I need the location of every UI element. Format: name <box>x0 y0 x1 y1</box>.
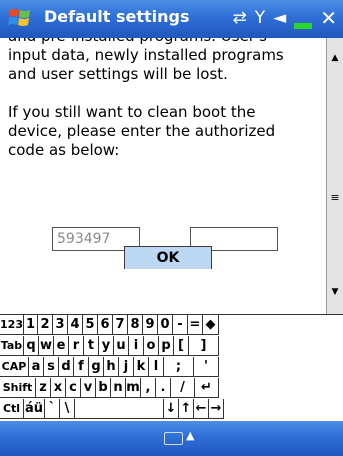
battery-icon[interactable] <box>294 23 313 29</box>
key-8[interactable]: 8 <box>128 315 143 335</box>
key-p[interactable]: p <box>159 336 174 356</box>
key-7[interactable]: 7 <box>113 315 128 335</box>
key-v[interactable]: v <box>81 378 96 398</box>
key-4[interactable]: 4 <box>68 315 83 335</box>
message-line: input data, newly installed programs <box>8 46 284 64</box>
key-s[interactable]: s <box>44 357 59 377</box>
key-j[interactable]: j <box>119 357 134 377</box>
key-u[interactable]: u <box>114 336 129 356</box>
key-n[interactable]: n <box>111 378 126 398</box>
key-f[interactable]: f <box>74 357 89 377</box>
arrow-left-icon[interactable]: ← <box>194 399 209 419</box>
key-123[interactable]: 123 <box>0 315 24 335</box>
key-close-bracket[interactable]: ] <box>189 336 219 356</box>
key-o[interactable]: o <box>144 336 159 356</box>
key-equals[interactable]: = <box>188 315 203 335</box>
key-tab[interactable]: Tab <box>0 336 24 356</box>
key-accents[interactable]: áü <box>24 399 45 419</box>
key-t[interactable]: t <box>84 336 99 356</box>
key-r[interactable]: r <box>69 336 84 356</box>
message-partial-line: and pre-installed programs. User's <box>0 38 327 46</box>
key-b[interactable]: b <box>96 378 111 398</box>
volume-icon[interactable]: ◄ <box>273 6 286 30</box>
key-2[interactable]: 2 <box>38 315 53 335</box>
key-slash[interactable]: / <box>171 378 195 398</box>
key-e[interactable]: e <box>54 336 69 356</box>
scroll-thumb[interactable]: ≡ <box>329 190 341 206</box>
key-ctrl[interactable]: Ctl <box>0 399 24 419</box>
soft-keyboard: 123 1 2 3 4 5 6 7 8 9 0 - = ◆ Tab q w e … <box>0 314 343 422</box>
key-backtick[interactable]: ` <box>45 399 60 419</box>
signal-off-icon[interactable]: Y <box>255 6 265 30</box>
key-k[interactable]: k <box>134 357 149 377</box>
key-d[interactable]: d <box>59 357 74 377</box>
backspace-icon[interactable]: ◆ <box>203 315 219 335</box>
scroll-up-icon[interactable]: ▲ <box>327 50 343 66</box>
key-l[interactable]: l <box>149 357 164 377</box>
key-semicolon[interactable]: ; <box>164 357 194 377</box>
message-line: and user settings will be lost. <box>8 65 228 83</box>
title-bar: Default settings ⇄ Y ◄ ✕ <box>0 0 343 38</box>
sync-icon[interactable]: ⇄ <box>233 6 247 30</box>
key-0[interactable]: 0 <box>158 315 173 335</box>
key-z[interactable]: z <box>36 378 51 398</box>
scroll-down-icon[interactable]: ▼ <box>327 284 343 300</box>
key-h[interactable]: h <box>104 357 119 377</box>
chevron-up-icon: ▲ <box>186 429 195 442</box>
key-caps[interactable]: CAP <box>0 357 29 377</box>
close-icon[interactable]: ✕ <box>320 6 337 30</box>
arrow-right-icon[interactable]: → <box>209 399 224 419</box>
key-open-bracket[interactable]: [ <box>174 336 189 356</box>
arrow-down-icon[interactable]: ↓ <box>164 399 179 419</box>
key-i[interactable]: i <box>129 336 144 356</box>
key-q[interactable]: q <box>24 336 39 356</box>
message-line: If you still want to clean boot the <box>8 103 256 121</box>
key-x[interactable]: x <box>51 378 66 398</box>
window-title: Default settings <box>44 7 190 26</box>
input-panel-button[interactable]: ▲ <box>164 429 204 447</box>
key-period[interactable]: . <box>156 378 171 398</box>
ok-button[interactable]: OK <box>124 246 212 269</box>
key-minus[interactable]: - <box>173 315 188 335</box>
key-g[interactable]: g <box>89 357 104 377</box>
key-space[interactable] <box>75 399 164 419</box>
key-6[interactable]: 6 <box>98 315 113 335</box>
key-comma[interactable]: , <box>141 378 156 398</box>
key-c[interactable]: c <box>66 378 81 398</box>
key-backslash[interactable]: \ <box>60 399 75 419</box>
key-5[interactable]: 5 <box>83 315 98 335</box>
key-w[interactable]: w <box>39 336 54 356</box>
key-shift[interactable]: Shift <box>0 378 36 398</box>
key-1[interactable]: 1 <box>24 315 38 335</box>
message-line: code as below: <box>8 141 120 159</box>
key-a[interactable]: a <box>29 357 44 377</box>
keyboard-icon <box>164 432 183 445</box>
bottom-bar: ▲ <box>0 421 343 456</box>
key-9[interactable]: 9 <box>143 315 158 335</box>
enter-icon[interactable]: ↵ <box>195 378 219 398</box>
arrow-up-icon[interactable]: ↑ <box>179 399 194 419</box>
scrollbar[interactable]: ▲ ≡ ▼ <box>326 38 343 314</box>
windows-start-icon[interactable] <box>8 6 32 30</box>
key-m[interactable]: m <box>126 378 141 398</box>
key-3[interactable]: 3 <box>53 315 68 335</box>
key-y[interactable]: y <box>99 336 114 356</box>
key-quote[interactable]: ' <box>194 357 219 377</box>
message-line: device, please enter the authorized <box>8 122 276 140</box>
